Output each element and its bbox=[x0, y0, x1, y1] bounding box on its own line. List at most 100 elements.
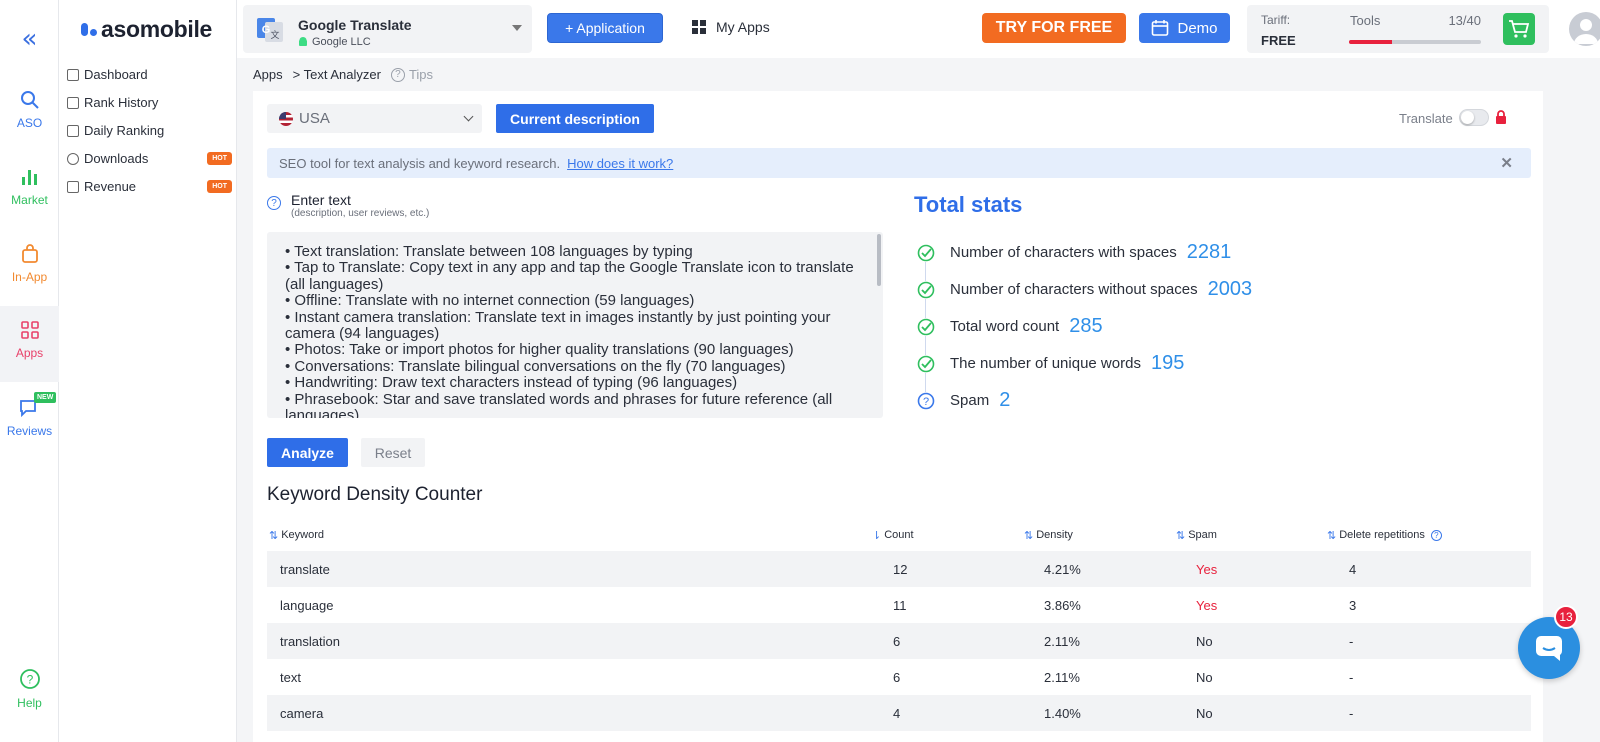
sort-icon: ⇅ bbox=[1327, 528, 1337, 542]
revenue-icon bbox=[67, 180, 79, 193]
stat-value: 2 bbox=[999, 389, 1011, 411]
user-avatar[interactable] bbox=[1569, 12, 1600, 46]
demo-button[interactable]: Demo bbox=[1139, 13, 1230, 43]
app-selector[interactable]: G 文 Google Translate Google LLC bbox=[243, 5, 532, 53]
stat-chars-without-spaces: Number of characters without spaces 2003 bbox=[916, 278, 1252, 301]
cell-spam: Yes bbox=[1196, 598, 1218, 613]
logo[interactable]: asomobile bbox=[81, 16, 212, 43]
tips-link[interactable]: ? Tips bbox=[390, 67, 434, 82]
sort-icon: ⇅ bbox=[1176, 528, 1186, 542]
check-circle-icon bbox=[916, 280, 936, 299]
rail-item-aso[interactable]: ASO bbox=[0, 90, 59, 130]
brand-name: asomobile bbox=[101, 16, 213, 42]
svg-text:?: ? bbox=[26, 673, 33, 687]
notification-badge: 13 bbox=[1554, 605, 1578, 629]
table-header: ⇅ Keyword ⇂ Count ⇅ Density ⇅ Spam ⇅ Delete r… bbox=[267, 519, 1531, 551]
info-text: SEO tool for text analysis and keyword r… bbox=[279, 155, 561, 171]
daily-ranking-icon bbox=[67, 124, 79, 137]
app-name: Google Translate bbox=[298, 17, 412, 33]
rail-label: ASO bbox=[16, 116, 43, 130]
try-for-free-button[interactable]: TRY FOR FREE bbox=[982, 13, 1126, 43]
close-icon[interactable]: ✕ bbox=[1500, 154, 1513, 172]
collapse-icon[interactable]: « bbox=[0, 24, 59, 54]
breadcrumb-apps[interactable]: Apps bbox=[253, 67, 283, 82]
cart-icon bbox=[1509, 20, 1530, 38]
rail-item-reviews[interactable]: NEW Reviews bbox=[0, 392, 59, 438]
menu-item-downloads[interactable]: Downloads HOT bbox=[67, 151, 232, 166]
bar-chart-icon bbox=[21, 170, 37, 185]
table-row: language 11 3.86% Yes 3 bbox=[267, 587, 1531, 623]
tools-count: 13/40 bbox=[1448, 13, 1481, 28]
column-spam[interactable]: ⇅ Spam bbox=[1176, 529, 1217, 542]
question-icon[interactable]: ? bbox=[1430, 529, 1442, 541]
text-line: • Tap to Translate: Copy text in any app… bbox=[285, 259, 858, 293]
menu-label: Daily Ranking bbox=[84, 123, 165, 138]
country-select[interactable]: USA bbox=[267, 104, 482, 133]
new-badge: NEW bbox=[34, 392, 57, 403]
cell-spam: Yes bbox=[1196, 562, 1218, 577]
reset-button[interactable]: Reset bbox=[361, 438, 425, 467]
my-apps-label: My Apps bbox=[716, 19, 770, 35]
tariff-label: Tariff: bbox=[1261, 13, 1291, 27]
add-application-button[interactable]: + Application bbox=[547, 13, 663, 43]
rank-history-icon bbox=[67, 96, 79, 109]
menu-item-revenue[interactable]: Revenue HOT bbox=[67, 179, 232, 194]
cell-count: 6 bbox=[893, 634, 901, 649]
table-row: text 6 2.11% No - bbox=[267, 659, 1531, 695]
current-description-button[interactable]: Current description bbox=[496, 104, 654, 133]
stat-spam: ? Spam 2 bbox=[916, 389, 1010, 412]
cell-keyword: translation bbox=[280, 634, 340, 649]
rail-item-help[interactable]: ? Help bbox=[0, 668, 59, 710]
check-circle-icon bbox=[916, 354, 936, 373]
help-icon: ? bbox=[19, 669, 40, 689]
menu-label: Downloads bbox=[84, 151, 149, 166]
chevron-down-icon bbox=[463, 111, 474, 122]
breadcrumb-current: > Text Analyzer bbox=[292, 67, 381, 82]
my-apps-link[interactable]: My Apps bbox=[692, 19, 770, 35]
cell-count: 6 bbox=[893, 670, 901, 685]
question-circle-icon[interactable]: ? bbox=[916, 391, 936, 410]
help-circle-icon[interactable]: ? bbox=[267, 196, 281, 210]
translate-label: Translate bbox=[1399, 111, 1453, 126]
text-line: • Instant camera translation: Translate … bbox=[285, 308, 835, 343]
analyze-button[interactable]: Analyze bbox=[267, 438, 348, 467]
how-does-it-work-link[interactable]: How does it work? bbox=[567, 156, 673, 171]
logo-mark bbox=[81, 23, 97, 36]
column-density[interactable]: ⇅ Density bbox=[1024, 529, 1073, 542]
stat-unique-words: The number of unique words 195 bbox=[916, 352, 1184, 375]
cell-spam: No bbox=[1196, 670, 1213, 685]
rail-item-apps[interactable]: Apps bbox=[0, 306, 59, 382]
cell-keyword: translate bbox=[280, 562, 330, 577]
text-input[interactable]: • Text translation: Translate between 10… bbox=[267, 232, 883, 418]
column-count[interactable]: ⇂ Count bbox=[872, 529, 914, 542]
info-banner: SEO tool for text analysis and keyword r… bbox=[267, 148, 1531, 178]
cell-delete-repetitions: - bbox=[1349, 706, 1354, 721]
tips-label: Tips bbox=[408, 67, 434, 82]
calendar-icon bbox=[1152, 20, 1169, 36]
tools-label: Tools bbox=[1350, 13, 1381, 28]
rail-item-in-app[interactable]: In-App bbox=[0, 244, 59, 284]
cell-count: 11 bbox=[893, 598, 907, 613]
search-icon bbox=[20, 91, 39, 109]
cell-count: 4 bbox=[893, 706, 901, 721]
menu-item-daily-ranking[interactable]: Daily Ranking bbox=[67, 123, 232, 138]
hot-badge: HOT bbox=[207, 180, 232, 193]
rail-label: In-App bbox=[11, 270, 48, 284]
column-keyword[interactable]: ⇅ Keyword bbox=[269, 529, 324, 542]
chevron-down-icon bbox=[512, 25, 522, 31]
cell-density: 2.11% bbox=[1044, 634, 1080, 649]
rail-item-market[interactable]: Market bbox=[0, 167, 59, 207]
translate-toggle[interactable] bbox=[1459, 109, 1489, 126]
text-line: • Offline: Translate with no internet co… bbox=[285, 292, 695, 310]
check-circle-icon bbox=[916, 243, 936, 262]
cart-button[interactable] bbox=[1503, 13, 1535, 45]
menu-item-rank-history[interactable]: Rank History bbox=[67, 95, 232, 110]
text-input-scrollbar[interactable] bbox=[877, 234, 881, 286]
stat-value: 285 bbox=[1069, 315, 1103, 337]
cell-spam: No bbox=[1196, 706, 1213, 721]
grid-icon bbox=[692, 20, 706, 34]
menu-item-dashboard[interactable]: Dashboard bbox=[67, 67, 232, 82]
menu-label: Rank History bbox=[84, 95, 159, 110]
chat-bubble-icon bbox=[1536, 636, 1562, 661]
column-delete-repetitions[interactable]: ⇅ Delete repetitions? bbox=[1327, 529, 1442, 542]
